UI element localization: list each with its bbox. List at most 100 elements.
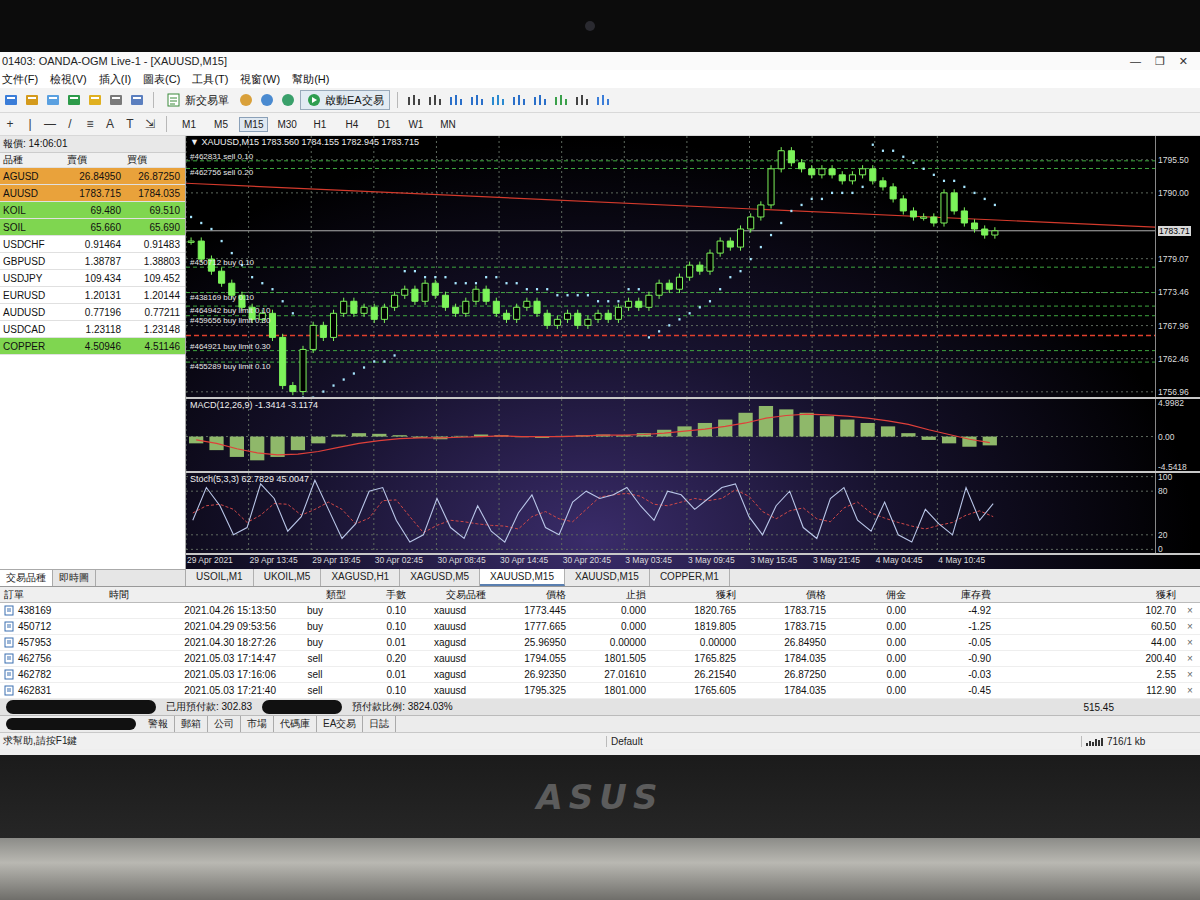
- market-watch-tab[interactable]: 即時圖: [53, 570, 96, 586]
- candle-chart-icon[interactable]: [426, 91, 444, 109]
- timeframe-button[interactable]: H1: [306, 117, 334, 132]
- column-header[interactable]: 價格: [490, 588, 570, 602]
- symbol-row[interactable]: SOIL65.66065.690: [0, 219, 185, 236]
- close-order-button[interactable]: ×: [1180, 685, 1200, 696]
- periods-icon[interactable]: [573, 91, 591, 109]
- column-header[interactable]: 品種: [0, 153, 64, 167]
- terminal-tab[interactable]: 日誌: [363, 716, 396, 732]
- trend-line[interactable]: [186, 183, 1155, 227]
- timeframe-button[interactable]: D1: [370, 117, 398, 132]
- navigator-icon[interactable]: [86, 91, 104, 109]
- timeframe-button[interactable]: H4: [338, 117, 366, 132]
- community-icon[interactable]: [258, 91, 276, 109]
- chart-tab[interactable]: XAGUSD,M5: [400, 569, 480, 586]
- menu-item[interactable]: 工具(T): [192, 72, 228, 87]
- zoom-in-icon[interactable]: [447, 91, 465, 109]
- order-row[interactable]: 438169 2021.04.26 15:13:50 buy 0.10 xauu…: [0, 603, 1200, 619]
- globe-icon[interactable]: [279, 91, 297, 109]
- order-line[interactable]: [186, 362, 1155, 363]
- chart-tab[interactable]: UKOIL,M5: [254, 569, 322, 586]
- column-header[interactable]: 訂單: [0, 588, 105, 602]
- close-order-button[interactable]: ×: [1180, 621, 1200, 632]
- symbol-row[interactable]: USDJPY109.434109.452: [0, 270, 185, 287]
- order-row[interactable]: 457953 2021.04.30 18:27:26 buy 0.01 xagu…: [0, 635, 1200, 651]
- order-line[interactable]: [186, 350, 1155, 351]
- timeframe-button[interactable]: W1: [402, 117, 430, 132]
- column-header[interactable]: 獲利: [995, 588, 1180, 602]
- column-header[interactable]: 買價: [124, 153, 183, 167]
- column-header[interactable]: 時間: [105, 588, 280, 602]
- expert-advisor-button[interactable]: 啟動EA交易: [300, 90, 390, 110]
- menu-item[interactable]: 檢視(V): [50, 72, 87, 87]
- timeframe-button[interactable]: M30: [272, 117, 301, 132]
- new-order-button[interactable]: 新交易單: [161, 91, 234, 109]
- order-line[interactable]: [186, 168, 1155, 169]
- order-line[interactable]: [186, 292, 1155, 293]
- symbol-row[interactable]: KOIL69.48069.510: [0, 202, 185, 219]
- order-row[interactable]: 462756 2021.05.03 17:14:47 sell 0.20 xau…: [0, 651, 1200, 667]
- data-window-icon[interactable]: [65, 91, 83, 109]
- column-header[interactable]: 類型: [280, 588, 350, 602]
- bar-chart-icon[interactable]: [405, 91, 423, 109]
- chart-tab[interactable]: XAGUSD,H1: [321, 569, 400, 586]
- menu-item[interactable]: 視窗(W): [240, 72, 280, 87]
- new-chart-icon[interactable]: [2, 91, 20, 109]
- symbol-row[interactable]: USDCHF0.914640.91483: [0, 236, 185, 253]
- drawing-tool[interactable]: A: [102, 117, 118, 131]
- terminal-icon[interactable]: [107, 91, 125, 109]
- window-control[interactable]: —: [1130, 55, 1141, 68]
- symbol-row[interactable]: USDCAD1.231181.23148: [0, 321, 185, 338]
- tile-icon[interactable]: [489, 91, 507, 109]
- order-row[interactable]: 450712 2021.04.29 09:53:56 buy 0.10 xauu…: [0, 619, 1200, 635]
- symbol-row[interactable]: AUUSD1783.7151784.035: [0, 185, 185, 202]
- close-order-button[interactable]: ×: [1180, 605, 1200, 616]
- drawing-tool[interactable]: +: [2, 117, 18, 131]
- symbol-row[interactable]: AUDUSD0.771960.77211: [0, 304, 185, 321]
- market-watch-icon[interactable]: [44, 91, 62, 109]
- drawing-tool[interactable]: /: [62, 117, 78, 131]
- chart-tab[interactable]: USOIL,M1: [186, 569, 254, 586]
- indicators-icon[interactable]: [552, 91, 570, 109]
- drawing-tool[interactable]: ⇲: [142, 117, 158, 131]
- drawing-tool[interactable]: —: [42, 117, 58, 131]
- window-control[interactable]: ✕: [1179, 55, 1188, 68]
- stochastic-chart[interactable]: Stoch(5,3,3) 62.7829 45.0047: [186, 473, 1155, 553]
- terminal-tab[interactable]: 代碼庫: [274, 716, 317, 732]
- templates-icon[interactable]: [594, 91, 612, 109]
- market-watch-tab[interactable]: 交易品種: [0, 570, 53, 586]
- drawing-tool[interactable]: |: [22, 117, 38, 131]
- profiles-icon[interactable]: [23, 91, 41, 109]
- menu-item[interactable]: 文件(F): [2, 72, 38, 87]
- metaeditor-icon[interactable]: [237, 91, 255, 109]
- order-line[interactable]: [186, 306, 1155, 307]
- column-header[interactable]: 手數: [350, 588, 410, 602]
- symbol-row[interactable]: COPPER4.509464.51146: [0, 338, 185, 355]
- macd-chart[interactable]: MACD(12,26,9) -1.3414 -3.1174: [186, 399, 1155, 471]
- close-order-button[interactable]: ×: [1180, 637, 1200, 648]
- terminal-tab[interactable]: 市場: [241, 716, 274, 732]
- zoom-out-icon[interactable]: [468, 91, 486, 109]
- column-header[interactable]: 佣金: [830, 588, 910, 602]
- menu-item[interactable]: 插入(I): [99, 72, 131, 87]
- timeframe-button[interactable]: MN: [434, 117, 462, 132]
- symbol-row[interactable]: AGUSD26.8495026.87250: [0, 168, 185, 185]
- close-order-button[interactable]: ×: [1180, 653, 1200, 664]
- chart-tab[interactable]: XAUUSD,M15: [480, 569, 565, 586]
- column-header[interactable]: 獲利: [650, 588, 740, 602]
- menu-item[interactable]: 圖表(C): [143, 72, 180, 87]
- terminal-tab[interactable]: 郵箱: [175, 716, 208, 732]
- terminal-tab[interactable]: EA交易: [317, 716, 363, 732]
- column-header[interactable]: 交易品種: [410, 588, 490, 602]
- autoscroll-icon[interactable]: [510, 91, 528, 109]
- order-line[interactable]: [186, 267, 1155, 268]
- timeframe-button[interactable]: M1: [175, 117, 203, 132]
- menu-item[interactable]: 幫助(H): [292, 72, 329, 87]
- chart-tab[interactable]: XAUUSD,M15: [565, 569, 650, 586]
- tester-icon[interactable]: [128, 91, 146, 109]
- close-order-button[interactable]: ×: [1180, 669, 1200, 680]
- window-control[interactable]: ❐: [1155, 55, 1165, 68]
- terminal-tab[interactable]: 公司: [208, 716, 241, 732]
- timeframe-button[interactable]: M15: [239, 117, 268, 132]
- order-line[interactable]: [186, 160, 1155, 161]
- column-header[interactable]: 止損: [570, 588, 650, 602]
